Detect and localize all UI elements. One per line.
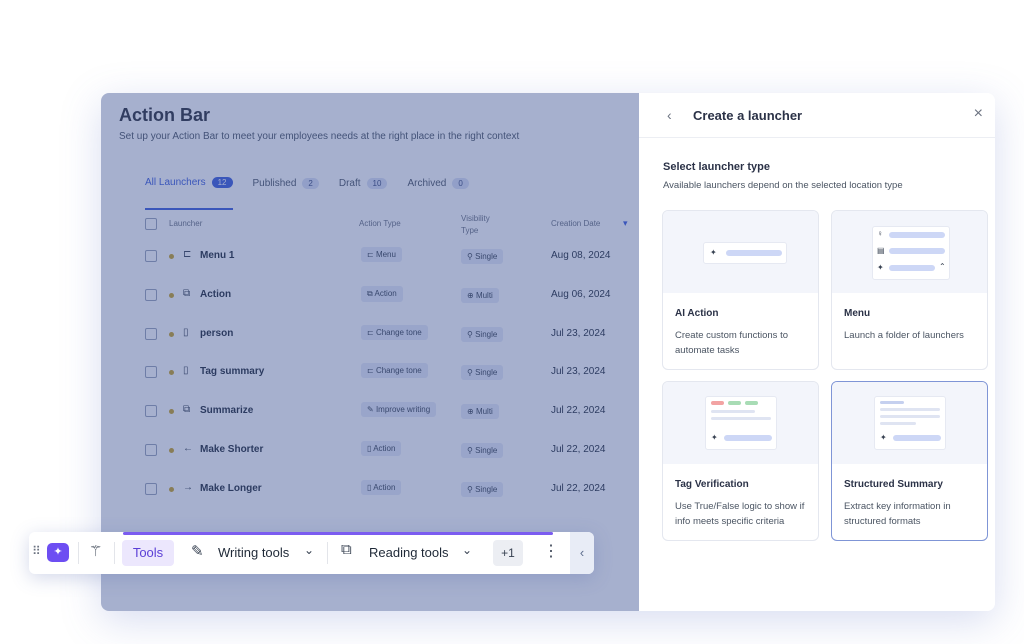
panel-header: ‹ Create a launcher × — [639, 93, 995, 138]
divider — [327, 542, 328, 564]
launcher-card-structured-summary[interactable]: ✦ Structured Summary Extract key informa… — [831, 381, 988, 541]
collapse-toolbar-button[interactable]: ‹ — [570, 532, 594, 574]
chevron-up-icon: ⌃ — [939, 262, 946, 271]
preview-document: ✦ — [874, 396, 946, 450]
reading-tools-button[interactable]: Reading tools — [369, 545, 449, 560]
preview-bar — [724, 435, 772, 441]
drag-handle-icon[interactable]: ⠿ — [32, 544, 41, 558]
ai-logo-icon[interactable]: ✦ — [47, 543, 69, 562]
text-line — [880, 401, 904, 404]
magic-wand-icon[interactable]: ⚚ — [89, 542, 102, 560]
card-description: Use True/False logic to show if info mee… — [675, 501, 805, 527]
card-title: Tag Verification — [675, 479, 749, 490]
text-line — [711, 410, 755, 413]
divider — [114, 542, 115, 564]
card-title: Structured Summary — [844, 479, 943, 490]
panel-title: Create a launcher — [693, 108, 803, 123]
card-description: Launch a folder of launchers — [844, 330, 964, 341]
back-chevron-icon[interactable]: ‹ — [667, 107, 672, 123]
green-tag — [728, 401, 741, 405]
sparkle-icon: ✦ — [877, 263, 884, 272]
pen-icon[interactable]: ✎ — [191, 542, 204, 560]
bulb-icon: ♀ — [877, 229, 883, 238]
floating-toolbar: ⠿ ✦ ⚚ Tools ✎ Writing tools ⌄ ⧉ Reading … — [29, 532, 594, 574]
launcher-card-tag-verification[interactable]: ✦ Tag Verification Use True/False logic … — [662, 381, 819, 541]
preview-bar — [889, 248, 945, 254]
card-title: AI Action — [675, 308, 719, 319]
card-preview: ✦ — [832, 382, 987, 464]
tools-button[interactable]: Tools — [122, 540, 174, 566]
card-description: Extract key information in structured fo… — [844, 501, 951, 527]
text-line — [711, 417, 771, 420]
card-preview: ♀ ▤ ✦ ⌃ — [832, 211, 987, 293]
text-line — [880, 415, 940, 418]
preview-bar — [893, 435, 941, 441]
launcher-card-menu[interactable]: ♀ ▤ ✦ ⌃ Menu Launch a folder of launcher… — [831, 210, 988, 370]
sparkle-icon: ✦ — [880, 433, 887, 442]
preview-bar — [726, 250, 782, 256]
card-preview: ✦ — [663, 211, 818, 293]
stage: Action Bar Set up your Action Bar to mee… — [0, 0, 1024, 644]
close-icon[interactable]: × — [974, 105, 983, 123]
green-tag — [745, 401, 758, 405]
card-description: Create custom functions to automate task… — [675, 330, 788, 356]
create-launcher-panel: ‹ Create a launcher × Select launcher ty… — [639, 93, 995, 611]
preview-menu: ♀ ▤ ✦ ⌃ — [872, 226, 950, 280]
section-subtitle: Available launchers depend on the select… — [663, 180, 903, 191]
card-preview: ✦ — [663, 382, 818, 464]
sparkle-icon: ✦ — [710, 248, 717, 257]
divider — [78, 542, 79, 564]
chevron-down-icon[interactable]: ⌄ — [304, 543, 314, 557]
writing-tools-button[interactable]: Writing tools — [218, 545, 289, 560]
launcher-card-ai-action[interactable]: ✦ AI Action Create custom functions to a… — [662, 210, 819, 370]
text-line — [880, 408, 940, 411]
card-title: Menu — [844, 308, 871, 319]
preview-bar — [889, 265, 935, 271]
red-tag — [711, 401, 724, 405]
preview-item: ✦ — [703, 242, 787, 264]
book-icon[interactable]: ⧉ — [341, 541, 352, 558]
progress-indicator — [123, 532, 553, 535]
chevron-down-icon[interactable]: ⌄ — [462, 543, 472, 557]
text-line — [880, 422, 916, 425]
preview-document: ✦ — [705, 396, 777, 450]
section-title: Select launcher type — [663, 161, 770, 173]
preview-bar — [889, 232, 945, 238]
kebab-menu-icon[interactable]: ⋮ — [543, 541, 559, 561]
doc-icon: ▤ — [877, 246, 885, 255]
more-tools-count-button[interactable]: +1 — [493, 540, 523, 566]
sparkle-icon: ✦ — [711, 433, 718, 442]
